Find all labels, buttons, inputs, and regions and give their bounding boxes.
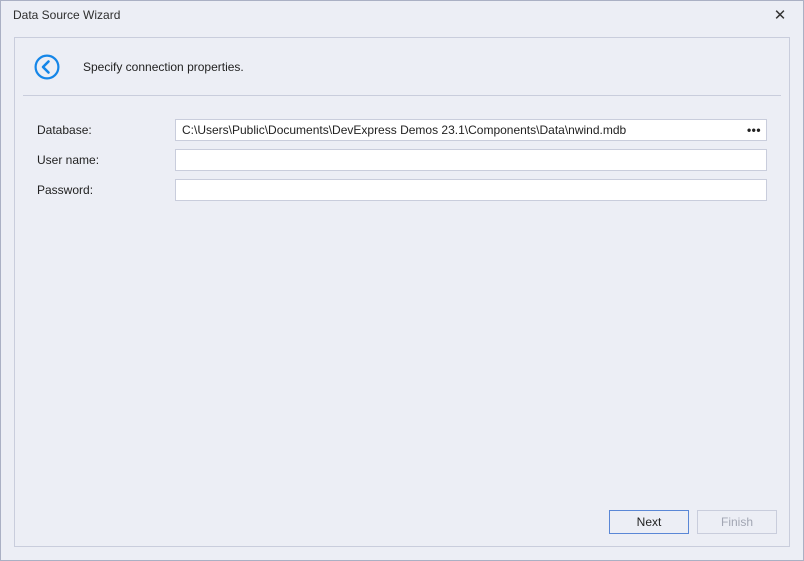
password-input[interactable] — [175, 179, 767, 201]
wizard-window: Data Source Wizard ✕ Specify connection … — [0, 0, 804, 561]
ellipsis-icon: ••• — [747, 127, 761, 133]
database-input-group: ••• — [175, 119, 767, 141]
window-title: Data Source Wizard — [13, 8, 765, 22]
close-button[interactable]: ✕ — [765, 4, 795, 26]
back-arrow-icon — [34, 54, 60, 80]
content-frame: Specify connection properties. Database:… — [14, 37, 790, 547]
username-row: User name: — [37, 148, 767, 172]
database-row: Database: ••• — [37, 118, 767, 142]
username-label: User name: — [37, 153, 175, 167]
password-row: Password: — [37, 178, 767, 202]
browse-button[interactable]: ••• — [742, 120, 766, 140]
titlebar: Data Source Wizard ✕ — [1, 1, 803, 29]
username-input[interactable] — [175, 149, 767, 171]
wizard-header: Specify connection properties. — [15, 38, 789, 95]
back-button[interactable] — [33, 53, 61, 81]
wizard-footer: Next Finish — [15, 500, 789, 546]
database-input[interactable] — [176, 120, 742, 140]
next-button[interactable]: Next — [609, 510, 689, 534]
database-label: Database: — [37, 123, 175, 137]
instruction-text: Specify connection properties. — [83, 60, 244, 74]
form-area: Database: ••• User name: Passwor — [15, 96, 789, 500]
password-label: Password: — [37, 183, 175, 197]
close-icon: ✕ — [774, 6, 787, 24]
finish-button: Finish — [697, 510, 777, 534]
